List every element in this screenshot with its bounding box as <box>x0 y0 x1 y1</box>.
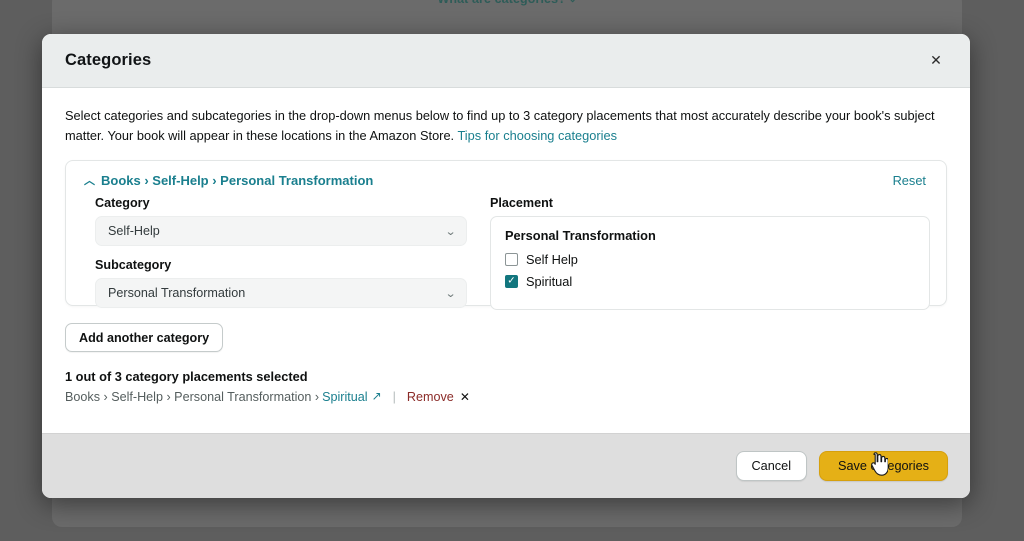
placement-options-box: Personal Transformation Self Help ✓ Spir… <box>490 216 930 310</box>
intro-description: Select categories and subcategories in t… <box>65 106 935 145</box>
card-columns: Category Self-Help ⌄ Subcategory Persona… <box>82 196 930 320</box>
checkbox-self-help[interactable] <box>505 253 518 266</box>
breadcrumb-label: Books › Self-Help › Personal Transformat… <box>101 173 374 188</box>
modal-body: Select categories and subcategories in t… <box>42 88 970 433</box>
selected-placement-row: Books › Self-Help › Personal Transformat… <box>65 389 947 404</box>
subcategory-label: Subcategory <box>95 258 172 272</box>
placement-group-title: Personal Transformation <box>505 228 656 243</box>
what-are-categories-label: What are categories? <box>437 0 565 6</box>
placement-option-label: Spiritual <box>526 274 573 289</box>
caret-up-icon: ︿ <box>84 175 95 187</box>
categories-modal: Categories ✕ Select categories and subca… <box>42 34 970 498</box>
placement-option-spiritual[interactable]: ✓ Spiritual <box>505 274 915 289</box>
close-icon[interactable]: ✕ <box>460 390 470 404</box>
category-select-value: Self-Help <box>108 224 160 238</box>
breadcrumb[interactable]: ︿ Books › Self-Help › Personal Transform… <box>82 173 373 188</box>
external-link-icon[interactable]: ↗ <box>372 389 382 403</box>
check-icon: ✓ <box>507 275 516 286</box>
what-are-categories-link[interactable]: What are categories? ⌄ <box>52 0 962 6</box>
category-selector-card: ︿ Books › Self-Help › Personal Transform… <box>65 160 947 310</box>
chevron-down-icon: ⌄ <box>444 225 457 238</box>
selected-placement-leaf-link[interactable]: Spiritual <box>322 390 368 404</box>
save-categories-button[interactable]: Save categories <box>819 451 948 481</box>
modal-header: Categories ✕ <box>42 34 970 88</box>
category-select[interactable]: Self-Help ⌄ <box>95 216 467 246</box>
remove-link[interactable]: Remove <box>407 390 454 404</box>
placement-label: Placement <box>490 196 553 210</box>
modal-footer: Cancel Save categories <box>42 433 970 498</box>
subcategory-select-value: Personal Transformation <box>108 286 246 300</box>
card-top-row: ︿ Books › Self-Help › Personal Transform… <box>82 173 930 188</box>
close-icon[interactable]: ✕ <box>924 49 948 73</box>
placements-count-text: 1 out of 3 category placements selected <box>65 369 308 384</box>
tips-for-choosing-categories-link[interactable]: Tips for choosing categories <box>457 128 617 143</box>
reset-link[interactable]: Reset <box>893 173 930 188</box>
chevron-down-icon: ⌄ <box>444 287 457 300</box>
category-label: Category <box>95 196 150 210</box>
add-another-category-button[interactable]: Add another category <box>65 323 224 352</box>
subcategory-select[interactable]: Personal Transformation ⌄ <box>95 278 467 308</box>
cancel-button[interactable]: Cancel <box>735 451 808 481</box>
checkbox-spiritual[interactable]: ✓ <box>505 275 518 288</box>
placement-column: Placement Personal Transformation Self H… <box>467 196 930 320</box>
placement-option-label: Self Help <box>526 252 578 267</box>
divider: | <box>392 390 396 404</box>
selected-placement-path: Books › Self-Help › Personal Transformat… <box>65 390 320 404</box>
category-select-column: Category Self-Help ⌄ Subcategory Persona… <box>82 196 467 320</box>
placement-option-self-help[interactable]: Self Help <box>505 252 915 267</box>
chevron-down-icon: ⌄ <box>569 0 577 4</box>
page-title: Categories <box>65 51 152 69</box>
